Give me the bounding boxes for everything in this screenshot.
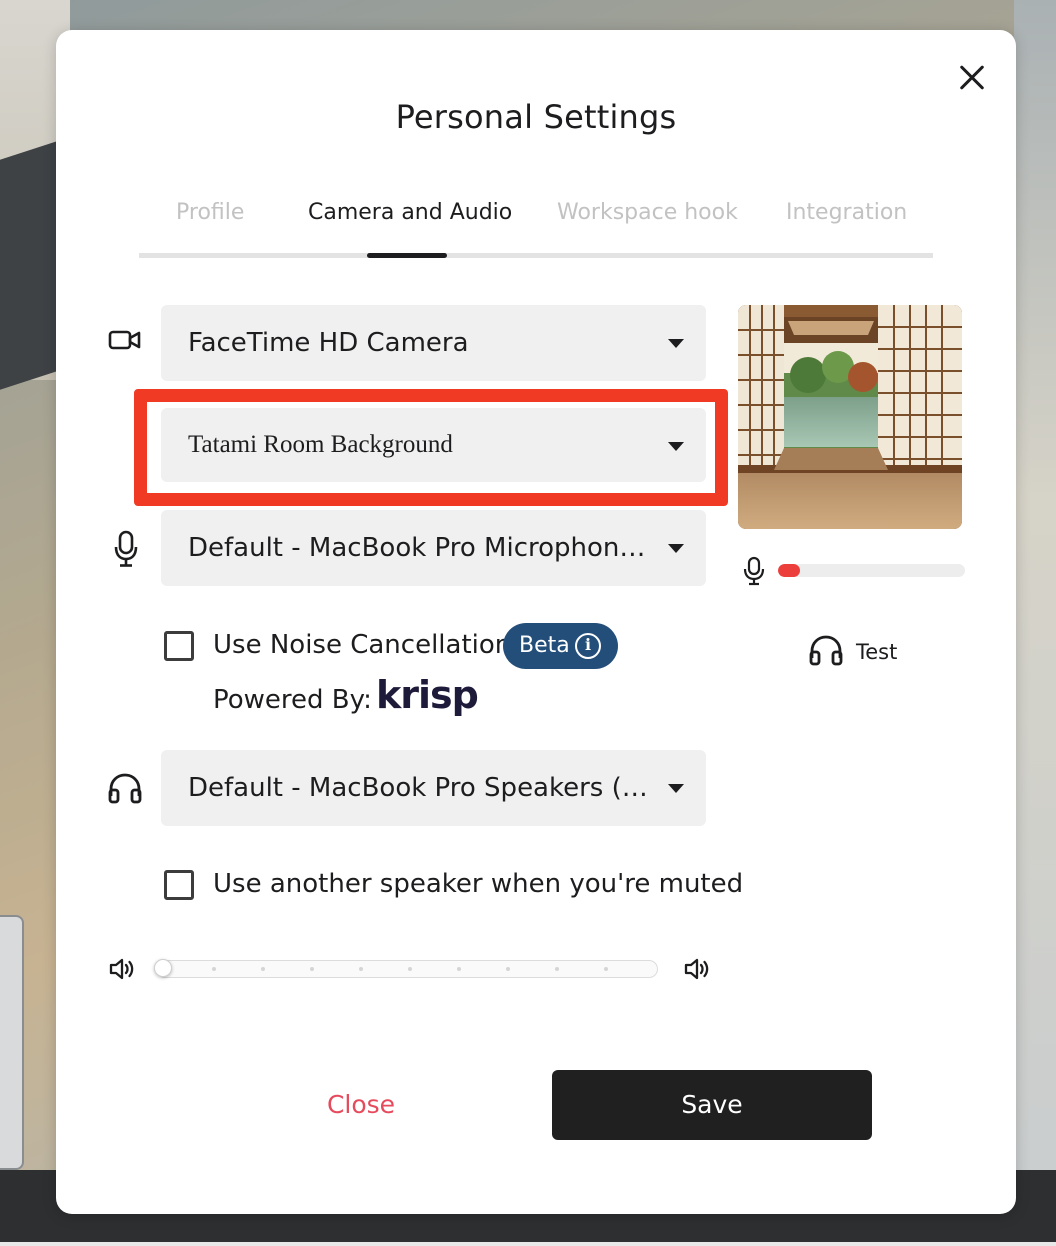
tab-workspace-hook[interactable]: Workspace hook — [557, 200, 738, 225]
chevron-down-icon — [668, 339, 684, 348]
krisp-logo: krisp — [376, 673, 479, 717]
slider-tick — [212, 967, 216, 971]
video-camera-icon — [108, 328, 142, 352]
volume-slider-thumb[interactable] — [154, 959, 172, 977]
tab-camera-and-audio[interactable]: Camera and Audio — [308, 200, 512, 225]
powered-by-label: Powered By: — [213, 685, 372, 715]
close-icon[interactable] — [954, 60, 990, 96]
volume-high-icon — [683, 957, 713, 981]
speaker-select-value: Default - MacBook Pro Speakers (Buil... — [188, 773, 648, 803]
headphones-icon — [108, 772, 142, 804]
background-select[interactable]: Tatami Room Background — [161, 408, 706, 482]
camera-select-value: FaceTime HD Camera — [188, 328, 469, 358]
slider-tick — [359, 967, 363, 971]
active-tab-indicator — [367, 253, 447, 258]
personal-settings-modal: Personal Settings Profile Camera and Aud… — [56, 30, 1016, 1214]
slider-tick — [506, 967, 510, 971]
chevron-down-icon — [668, 442, 684, 451]
volume-low-icon — [108, 957, 136, 981]
beta-badge-label: Beta — [519, 633, 570, 658]
microphone-icon — [743, 556, 765, 586]
microphone-icon — [114, 530, 138, 568]
slider-tick — [457, 967, 461, 971]
background-screen — [0, 140, 60, 390]
settings-tabs: Profile Camera and Audio Workspace hook … — [139, 200, 933, 258]
headphones-icon — [809, 635, 843, 666]
microphone-select-value: Default - MacBook Pro Microphone (... — [188, 533, 648, 563]
background-select-value: Tatami Room Background — [188, 431, 453, 458]
slider-tick — [261, 967, 265, 971]
background-strip — [0, 1242, 1056, 1246]
tab-integration[interactable]: Integration — [786, 200, 907, 225]
chevron-down-icon — [668, 784, 684, 793]
background-wall-right — [1014, 0, 1056, 1246]
test-label: Test — [856, 640, 898, 664]
mic-level-fill — [778, 564, 801, 577]
muted-speaker-checkbox[interactable] — [164, 870, 194, 900]
camera-preview-image — [738, 305, 962, 529]
modal-title: Personal Settings — [395, 98, 677, 136]
camera-select[interactable]: FaceTime HD Camera — [161, 305, 706, 381]
slider-tick — [408, 967, 412, 971]
save-button[interactable]: Save — [552, 1070, 872, 1140]
muted-speaker-label: Use another speaker when you're muted — [213, 869, 744, 899]
test-audio-button[interactable]: Test — [808, 634, 897, 674]
info-icon: i — [575, 633, 601, 659]
background-side-panel — [0, 915, 24, 1170]
mic-level-meter — [778, 564, 965, 577]
beta-badge[interactable]: Beta i — [503, 623, 618, 669]
speaker-select[interactable]: Default - MacBook Pro Speakers (Buil... — [161, 750, 706, 826]
noise-cancellation-label: Use Noise Cancellation — [213, 630, 512, 660]
slider-tick — [555, 967, 559, 971]
close-button[interactable]: Close — [286, 1070, 436, 1140]
microphone-select[interactable]: Default - MacBook Pro Microphone (... — [161, 510, 706, 586]
tab-profile[interactable]: Profile — [176, 200, 244, 225]
slider-tick — [604, 967, 608, 971]
volume-slider[interactable] — [154, 959, 658, 978]
slider-tick — [310, 967, 314, 971]
chevron-down-icon — [668, 544, 684, 553]
noise-cancellation-checkbox[interactable] — [164, 631, 194, 661]
